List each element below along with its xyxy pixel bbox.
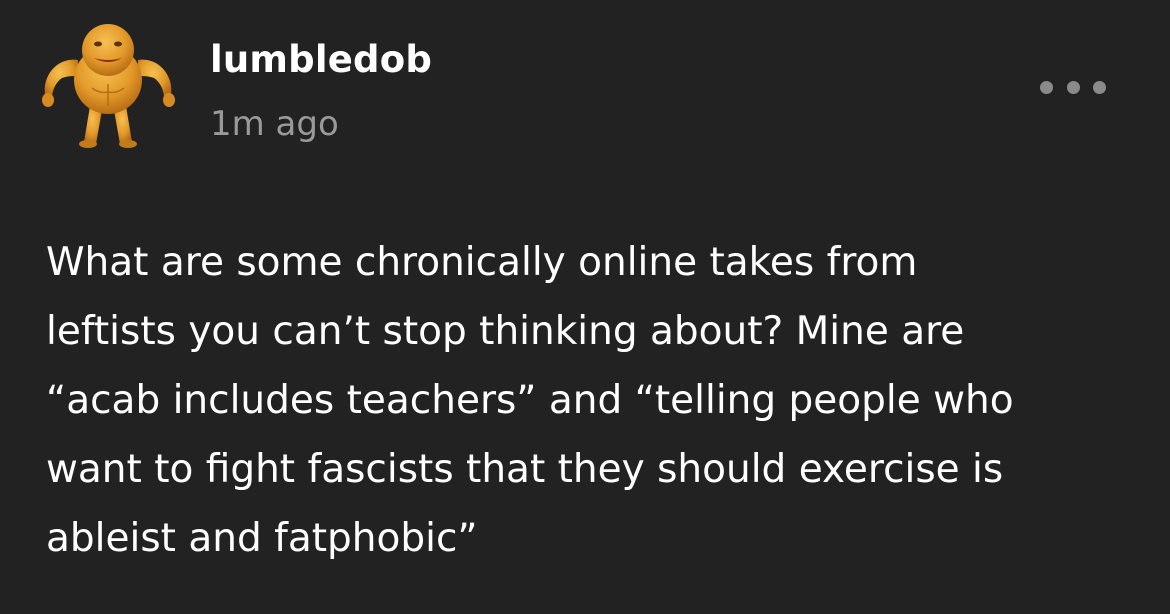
more-options-icon (1040, 80, 1053, 94)
post-body-line: What are some chronically online takes f… (46, 240, 918, 285)
more-options-icon (1093, 80, 1106, 94)
more-options-button[interactable] (1040, 70, 1106, 104)
post-body-line: “acab includes teachers” and “telling pe… (46, 378, 1014, 423)
post-body: What are some chronically online takes f… (46, 228, 1136, 573)
user-avatar[interactable] (38, 14, 178, 154)
post-body-line: ableist and fatphobic” (46, 516, 478, 561)
muscular-blob-avatar-icon (42, 24, 175, 148)
post-card: lumbledob 1m ago What are some chronical… (0, 0, 1170, 614)
more-options-icon (1066, 80, 1080, 94)
post-timestamp: 1m ago (210, 104, 339, 144)
post-body-line: leftists you can’t stop thinking about? … (46, 309, 965, 354)
post-body-line: want to fight fascists that they should … (46, 447, 1004, 492)
username[interactable]: lumbledob (210, 36, 432, 84)
